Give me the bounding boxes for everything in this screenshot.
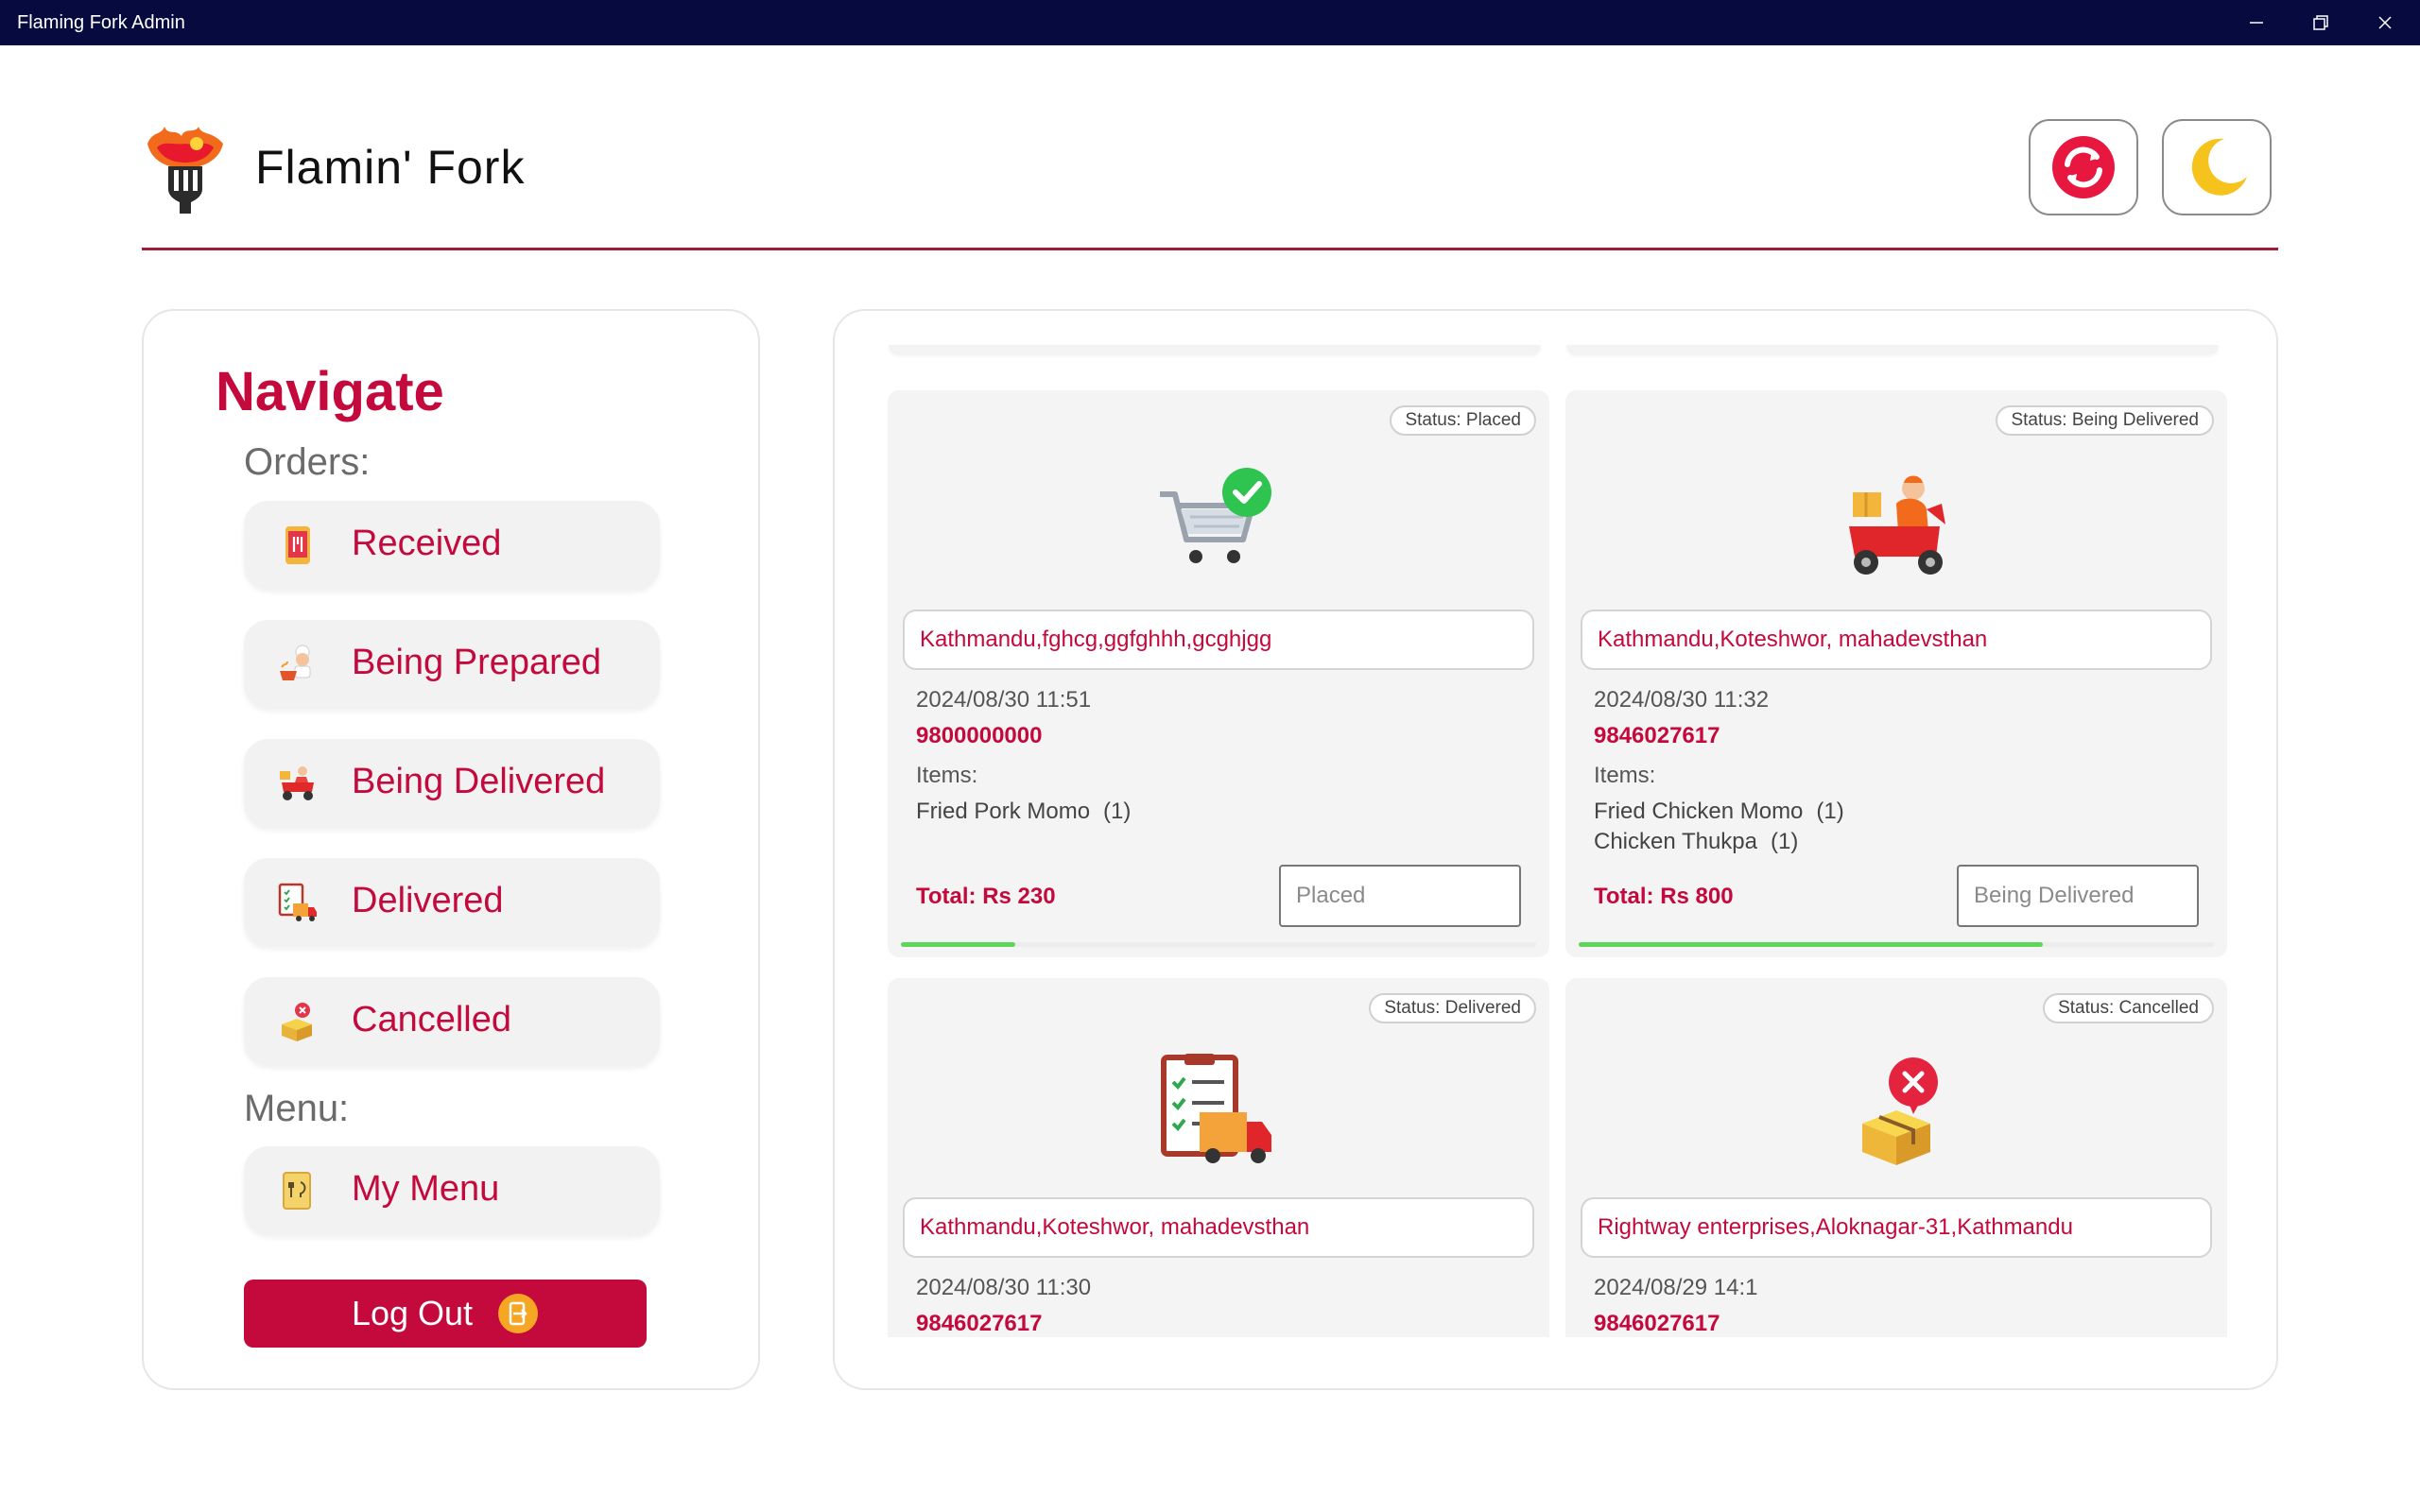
refresh-icon	[2052, 136, 2115, 198]
nav-delivered-label: Delivered	[352, 881, 504, 920]
customer-phone: 9846027617	[1594, 723, 1720, 748]
item-qty: (1)	[1771, 829, 1799, 854]
item-name: Chicken Thukpa	[1594, 829, 1757, 854]
nav-being-prepared[interactable]: Being Prepared	[244, 620, 660, 709]
progress-fill	[1579, 942, 2043, 947]
progress-track	[901, 942, 1536, 947]
status-select[interactable]: Placed	[1279, 865, 1521, 927]
sidebar: Navigate Orders: Received Being Prepared	[142, 309, 760, 1390]
item-name: Fried Pork Momo	[916, 799, 1091, 824]
cancelled-box-icon	[282, 1003, 312, 1041]
cancelled-box-icon	[1862, 1057, 1938, 1165]
order-items: Fried Pork Momo (1)	[916, 797, 1131, 827]
items-label: Items:	[916, 763, 978, 788]
order-total: Total: Rs 230	[916, 884, 1056, 909]
flaming-fork-logo	[147, 127, 223, 214]
chef-icon	[280, 644, 311, 680]
brand-name: Flamin' Fork	[255, 141, 526, 194]
delivery-address: Kathmandu,Koteshwor, mahadevsthan	[903, 1197, 1534, 1258]
status-badge: Status: Being Delivered	[1996, 405, 2214, 436]
delivered-clipboard-icon	[278, 883, 317, 921]
orders-panel[interactable]: Status: Placed Kathmandu,fghcg,ggfghhh,g…	[833, 309, 2278, 1390]
dark-mode-toggle[interactable]	[2162, 119, 2272, 215]
minimize-button[interactable]	[2223, 0, 2290, 45]
order-card-partial	[1566, 345, 2219, 354]
nav-received[interactable]: Received	[244, 501, 660, 590]
menu-section-label: Menu:	[244, 1088, 350, 1129]
phone-order-icon	[285, 526, 310, 564]
order-card: Status: Cancelled Rightway enterprises,A…	[1565, 978, 2227, 1337]
customer-phone: 9800000000	[916, 723, 1043, 748]
nav-received-label: Received	[352, 524, 502, 563]
nav-my-menu-label: My Menu	[352, 1169, 500, 1209]
progress-fill	[901, 942, 1015, 947]
nav-being-delivered[interactable]: Being Delivered	[244, 739, 660, 828]
scooter-icon	[280, 766, 314, 800]
order-card-partial	[889, 345, 1541, 354]
nav-delivered[interactable]: Delivered	[244, 858, 660, 947]
nav-being-prepared-label: Being Prepared	[352, 643, 602, 682]
exit-icon	[498, 1294, 539, 1333]
moon-icon	[2191, 138, 2247, 196]
order-total: Total: Rs 800	[1594, 884, 1734, 909]
header-divider	[142, 248, 2278, 250]
refresh-button[interactable]	[2029, 119, 2138, 215]
window-titlebar: Flaming Fork Admin	[0, 0, 2420, 45]
customer-phone: 9846027617	[1594, 1311, 1720, 1336]
order-date: 2024/08/30 11:51	[916, 687, 1092, 713]
nav-cancelled-label: Cancelled	[352, 1000, 511, 1040]
item-name: Fried Chicken Momo	[1594, 799, 1804, 824]
order-card: Status: Delivered Kathmandu,Koteshwor, m…	[888, 978, 1549, 1337]
order-items: Fried Chicken Momo (1) Chicken Thukpa (1)	[1594, 797, 1844, 857]
order-card: Status: Being Delivered Kathmandu,Kotesh…	[1565, 390, 2227, 957]
order-date: 2024/08/30 11:32	[1594, 687, 1770, 713]
nav-being-delivered-label: Being Delivered	[352, 762, 606, 801]
delivery-address: Rightway enterprises,Aloknagar-31,Kathma…	[1581, 1197, 2212, 1258]
logout-button[interactable]: Log Out	[244, 1280, 647, 1348]
order-item: Chicken Thukpa (1)	[1594, 827, 1844, 857]
close-button[interactable]	[2352, 0, 2418, 45]
item-qty: (1)	[1103, 799, 1132, 824]
logout-label: Log Out	[351, 1294, 474, 1332]
delivered-clipboard-icon	[1161, 1054, 1271, 1163]
item-qty: (1)	[1816, 799, 1844, 824]
navigate-heading: Navigate	[216, 361, 444, 422]
customer-phone: 9846027617	[916, 1311, 1043, 1336]
order-item: Fried Chicken Momo (1)	[1594, 797, 1844, 827]
items-label: Items:	[1594, 763, 1656, 788]
delivery-scooter-icon	[1849, 475, 1945, 575]
minimize-icon	[2250, 22, 2263, 24]
progress-track	[1579, 942, 2214, 947]
delivery-address: Kathmandu,fghcg,ggfghhh,gcghjgg	[903, 610, 1534, 670]
orders-section-label: Orders:	[244, 441, 371, 483]
menu-card-icon	[283, 1172, 311, 1210]
order-date: 2024/08/30 11:30	[916, 1275, 1092, 1300]
status-badge: Status: Placed	[1390, 405, 1536, 436]
status-badge: Status: Cancelled	[2043, 993, 2214, 1023]
order-date: 2024/08/29 14:1	[1594, 1275, 1758, 1300]
order-item: Fried Pork Momo (1)	[916, 797, 1131, 827]
order-card: Status: Placed Kathmandu,fghcg,ggfghhh,g…	[888, 390, 1549, 957]
window-title: Flaming Fork Admin	[17, 12, 185, 33]
cart-check-icon	[1160, 468, 1271, 563]
restore-button[interactable]	[2288, 0, 2354, 45]
nav-cancelled[interactable]: Cancelled	[244, 977, 660, 1066]
restore-icon	[2313, 15, 2328, 30]
status-select[interactable]: Being Delivered	[1957, 865, 2199, 927]
status-badge: Status: Delivered	[1369, 993, 1536, 1023]
delivery-address: Kathmandu,Koteshwor, mahadevsthan	[1581, 610, 2212, 670]
nav-my-menu[interactable]: My Menu	[244, 1146, 660, 1235]
close-icon	[2378, 16, 2392, 29]
